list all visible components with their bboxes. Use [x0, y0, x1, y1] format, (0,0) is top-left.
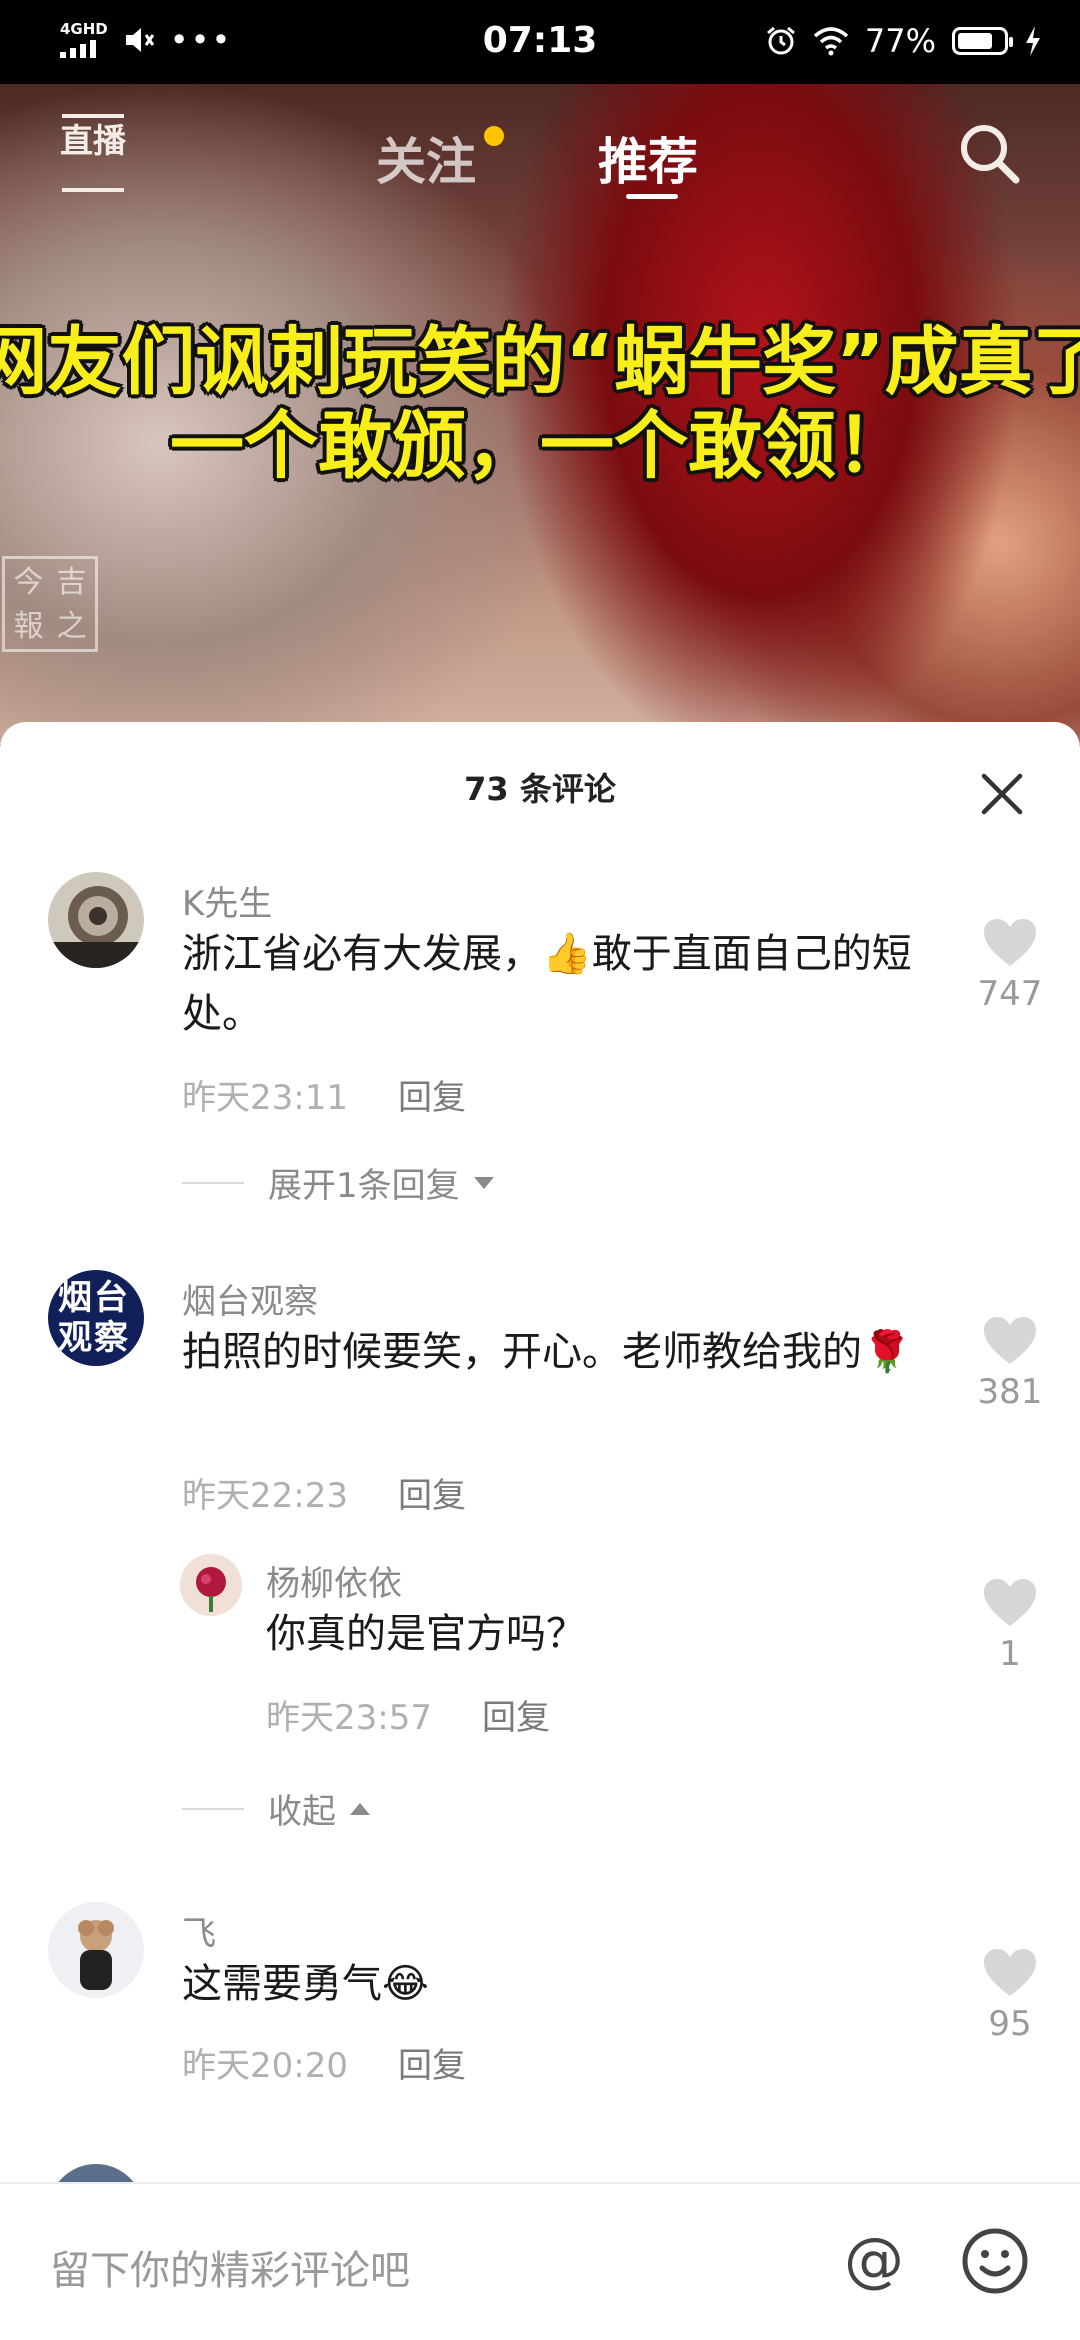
- avatar-image: [180, 1554, 242, 1616]
- avatar[interactable]: [180, 1554, 242, 1616]
- heart-icon: [984, 1317, 1036, 1364]
- comment-username[interactable]: 飞: [182, 1906, 216, 1955]
- like-count: 747: [977, 974, 1043, 1014]
- reply-username[interactable]: 杨柳依依: [266, 1556, 402, 1605]
- tab-recommended-label: 推荐: [598, 133, 698, 191]
- video-caption-line2: 一个敢颁，一个敢领！: [170, 403, 910, 489]
- reply-button[interactable]: 回复: [398, 1078, 466, 1118]
- chevron-down-icon: [473, 1176, 494, 1189]
- like-button[interactable]: 95: [970, 1948, 1050, 2044]
- avatar[interactable]: [48, 1902, 144, 1998]
- divider-line: [182, 1807, 244, 1810]
- battery-fill: [958, 33, 992, 49]
- comment-time: 昨天23:11: [182, 1078, 348, 1118]
- heart-icon: [984, 1949, 1036, 1996]
- like-button[interactable]: 381: [970, 1316, 1050, 1412]
- search-icon[interactable]: [954, 118, 1024, 188]
- reply-button[interactable]: 回复: [398, 1476, 466, 1516]
- heart-icon: [984, 919, 1036, 966]
- comment-text: 拍照的时候要笑，开心。老师教给我的🌹: [182, 1329, 912, 1375]
- comment-meta: 昨天22:23 回复: [182, 1468, 466, 1517]
- collapse-replies-button[interactable]: 收起: [182, 1784, 370, 1833]
- expand-replies-label: 展开1条回复: [268, 1166, 460, 1206]
- live-label: 直播: [60, 121, 126, 160]
- divider-line: [182, 1181, 244, 1184]
- tab-following[interactable]: 关注: [376, 122, 504, 194]
- live-button[interactable]: 直播: [58, 114, 128, 192]
- top-nav: 直播 关注 推荐: [0, 84, 1080, 224]
- like-button[interactable]: 747: [970, 918, 1050, 1014]
- avatar[interactable]: [48, 872, 144, 968]
- notification-dot: [484, 126, 504, 146]
- comment-text: 这需要勇气😂: [182, 1961, 429, 2007]
- charging-icon: [1026, 26, 1040, 56]
- chevron-up-icon: [350, 1802, 370, 1815]
- comment-text: 浙江省必有大发展，👍敢于直面自己的短处。: [182, 931, 912, 1037]
- like-count: 1: [999, 1634, 1021, 1674]
- comments-panel: 73 条评论 K先生 浙江省必有大发展，👍敢于直面自己的短处。 昨天23:11 回…: [0, 722, 1080, 2340]
- comment-input-bar: 留下你的精彩评论吧 @: [0, 2182, 1080, 2340]
- avatar-label: 烟台观察: [58, 1278, 130, 1358]
- like-count: 95: [988, 2004, 1032, 2044]
- comment-meta: 昨天20:20 回复: [182, 2038, 466, 2087]
- watermark-seal: 今吉報之: [2, 556, 98, 652]
- comments-count-title: 73 条评论: [464, 770, 616, 808]
- video-player[interactable]: 直播 关注 推荐 网友们讽刺玩笑的“蜗牛奖”成真了 一个敢颁，一个敢领！ 今吉報…: [0, 84, 1080, 744]
- comment-input[interactable]: 留下你的精彩评论吧: [50, 2238, 410, 2296]
- emoji-icon[interactable]: [960, 2226, 1030, 2296]
- comment-username[interactable]: K先生: [182, 876, 272, 925]
- avatar-image: [48, 872, 144, 968]
- reply-button[interactable]: 回复: [482, 1698, 550, 1738]
- collapse-replies-label: 收起: [268, 1792, 336, 1832]
- battery-percent: 77%: [864, 22, 936, 60]
- avatar-image: [48, 1902, 144, 1998]
- avatar[interactable]: 烟台观察: [48, 1270, 144, 1366]
- comment-username[interactable]: 烟台观察: [182, 1274, 318, 1323]
- comment-time: 昨天20:20: [182, 2046, 348, 2086]
- reply-button[interactable]: 回复: [398, 2046, 466, 2086]
- tab-following-label: 关注: [376, 133, 476, 191]
- close-icon[interactable]: [978, 770, 1026, 818]
- expand-replies-button[interactable]: 展开1条回复: [182, 1158, 494, 1207]
- like-count: 381: [977, 1372, 1043, 1412]
- tab-recommended[interactable]: 推荐: [598, 122, 698, 199]
- reply-meta: 昨天23:57 回复: [266, 1690, 550, 1739]
- status-bar: 4GHD ••• 07:13 77%: [0, 0, 1080, 84]
- battery-icon: [952, 27, 1013, 55]
- live-icon-bottom: [62, 186, 124, 192]
- heart-icon: [984, 1579, 1036, 1626]
- comment-time: 昨天22:23: [182, 1476, 348, 1516]
- reply-time: 昨天23:57: [266, 1698, 432, 1738]
- wifi-icon: [813, 27, 849, 56]
- comment-meta: 昨天23:11 回复: [182, 1070, 466, 1119]
- status-right: 77%: [765, 22, 1042, 60]
- alarm-icon: [766, 26, 795, 55]
- reply-text: 你真的是官方吗？: [266, 1611, 586, 1657]
- video-caption-line1: 网友们讽刺玩笑的“蜗牛奖”成真了: [0, 319, 1080, 405]
- mention-button[interactable]: @: [838, 2224, 910, 2296]
- like-button[interactable]: 1: [970, 1578, 1050, 1674]
- active-tab-indicator: [626, 194, 678, 199]
